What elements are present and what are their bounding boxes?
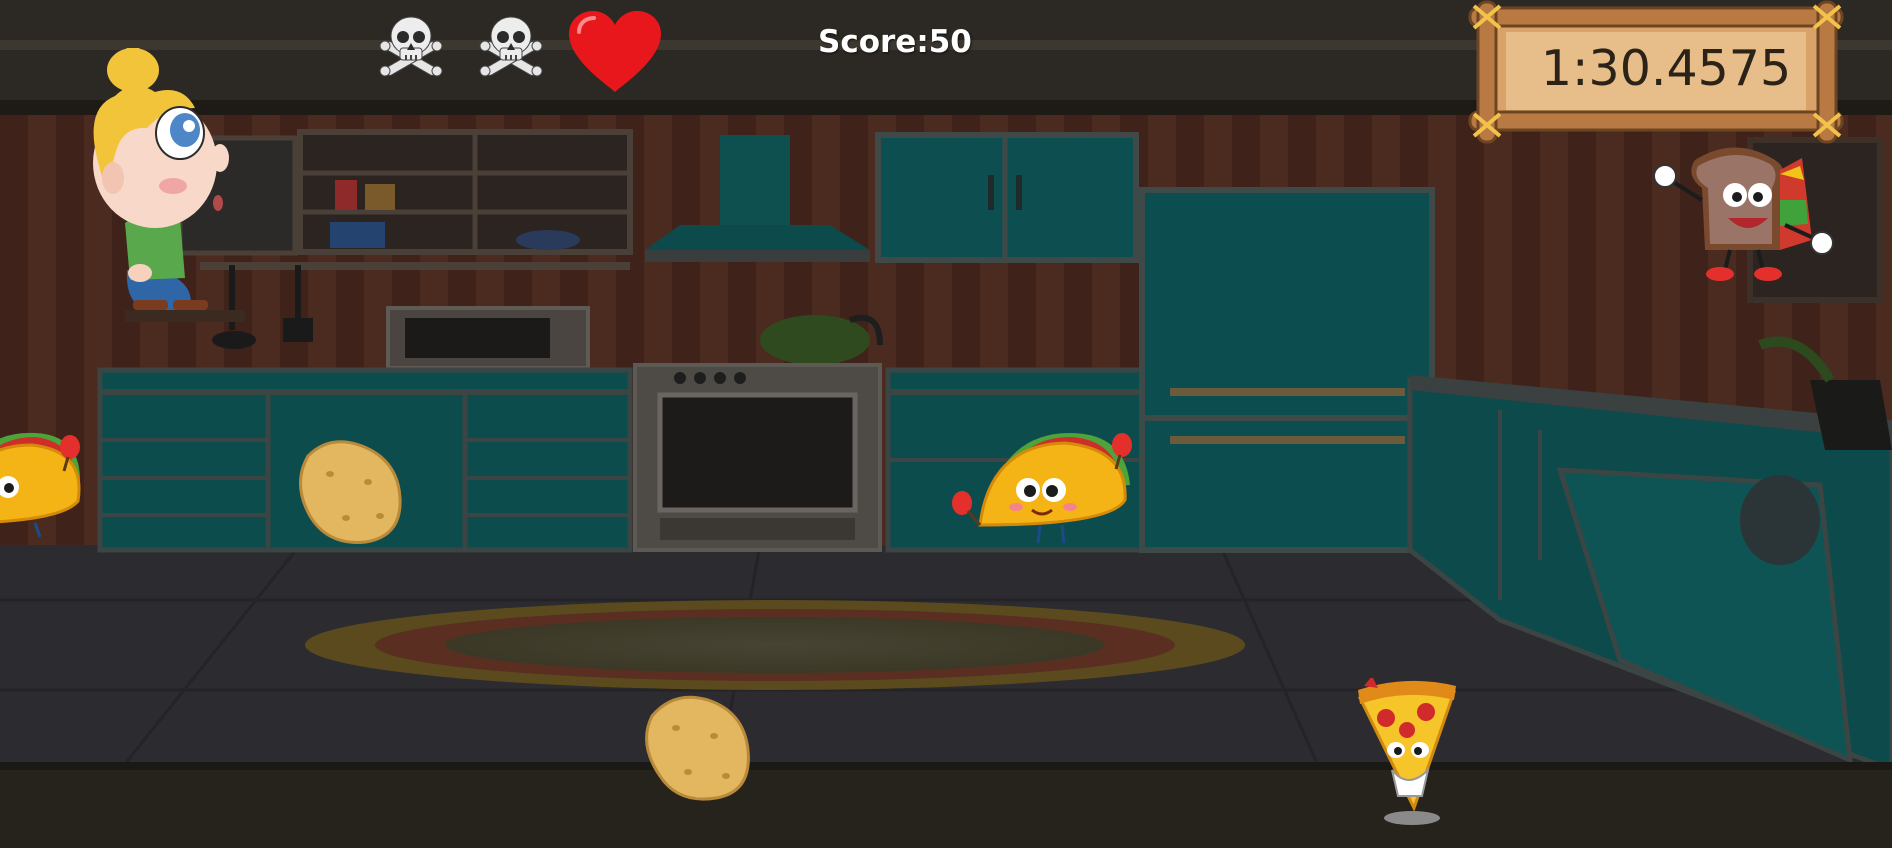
potato-item: [298, 440, 402, 544]
taco-character: [952, 433, 1132, 544]
sandwich-character: [1653, 147, 1834, 281]
skull-crossbones-icon: [479, 16, 543, 77]
timer-display: 1:30.4575: [1540, 40, 1792, 97]
game-screen: Score:50 1:30.4575: [0, 0, 1892, 848]
life-indicator-2: [476, 10, 546, 80]
life-indicator-3: [565, 8, 665, 96]
heart-icon: [569, 11, 661, 92]
player-boy-character: [93, 48, 245, 322]
skull-crossbones-icon: [379, 16, 443, 77]
score-label: Score:50: [818, 24, 972, 60]
refrigerator: [1139, 187, 1435, 553]
life-indicator-1: [376, 10, 446, 80]
pizza-slice-character: [1357, 678, 1456, 825]
ground-strip: [0, 768, 1892, 848]
taco-character-left: [0, 432, 81, 538]
potato-item: [645, 695, 750, 801]
